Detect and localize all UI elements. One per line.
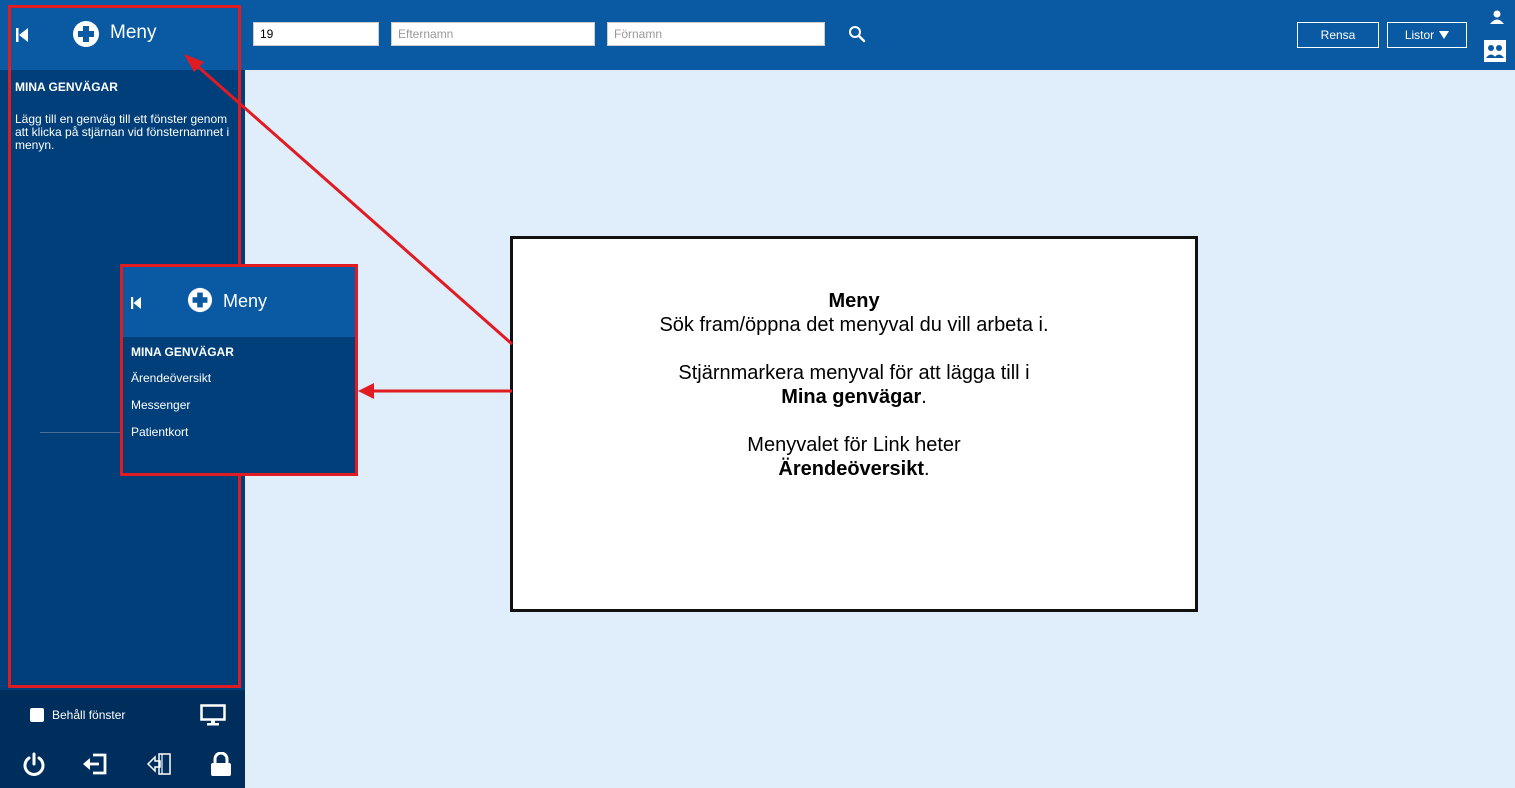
callout-line2-bold-row: Mina genvägar. — [513, 385, 1195, 409]
personal-number-field[interactable] — [253, 22, 379, 46]
plus-circle-icon[interactable] — [72, 20, 100, 48]
callout-line3-end: . — [924, 458, 930, 480]
monitor-icon[interactable] — [200, 704, 226, 726]
switch-user-icon[interactable] — [146, 752, 173, 776]
arrow-head-shortcuts — [358, 383, 374, 399]
callout-line3-bold: Ärendeöversikt — [778, 458, 925, 480]
divider — [40, 432, 124, 433]
callout-line1: Sök fram/öppna det menyval du vill arbet… — [659, 314, 1049, 336]
callout-line3-bold-row: Ärendeöversikt. — [513, 457, 1195, 481]
inset-header: Meny — [123, 267, 355, 337]
lists-button-label: Listor — [1404, 28, 1435, 42]
callout-line2-bold: Mina genvägar — [781, 386, 922, 408]
instruction-callout: Meny Sök fram/öppna det menyval du vill … — [510, 236, 1198, 612]
sidebar-footer: Behåll fönster — [0, 690, 245, 788]
lock-icon[interactable] — [210, 752, 232, 776]
inset-shortcuts-heading: MINA GENVÄGAR — [131, 345, 234, 359]
inset-menu-title: Meny — [223, 291, 268, 311]
shortcut-item-patientkort[interactable]: Patientkort — [131, 425, 188, 439]
callout-line2-end: . — [921, 386, 927, 408]
app-window: Rensa Listor Meny MINA GENVÄGAR Lägg til… — [0, 0, 1515, 788]
keep-window-option[interactable]: Behåll fönster — [30, 708, 125, 722]
menu-zoom-inset: Meny MINA GENVÄGAR Ärendeöversikt Messen… — [120, 264, 358, 476]
keep-window-checkbox[interactable] — [30, 708, 44, 722]
callout-line3: Menyvalet för Link heter — [747, 434, 961, 456]
sidebar-header: Meny — [0, 0, 245, 70]
callout-line2: Stjärnmarkera menyval för att lägga till… — [678, 362, 1030, 384]
plus-circle-icon — [187, 287, 213, 313]
keep-window-label: Behåll fönster — [52, 708, 126, 722]
group-icon[interactable] — [1484, 40, 1506, 62]
logout-icon[interactable] — [83, 752, 109, 776]
shortcuts-heading: MINA GENVÄGAR — [15, 80, 118, 94]
shortcut-item-messenger[interactable]: Messenger — [131, 398, 190, 412]
search-icon[interactable] — [845, 22, 869, 46]
user-icon[interactable] — [1490, 10, 1504, 26]
collapse-icon[interactable] — [16, 28, 28, 42]
lists-button[interactable]: Listor — [1387, 22, 1467, 48]
clear-button[interactable]: Rensa — [1297, 22, 1379, 48]
menu-title[interactable]: Meny — [110, 22, 156, 44]
shortcut-item-arendeoversikt[interactable]: Ärendeöversikt — [131, 371, 211, 385]
clear-button-label: Rensa — [1320, 28, 1356, 42]
collapse-icon — [131, 297, 141, 309]
top-bar: Rensa Listor — [245, 0, 1515, 70]
callout-title: Meny — [828, 290, 880, 312]
power-icon[interactable] — [22, 752, 46, 776]
caret-down-icon — [1439, 31, 1450, 39]
first-name-field[interactable] — [607, 22, 825, 46]
footer-actions — [22, 752, 232, 776]
last-name-field[interactable] — [391, 22, 595, 46]
shortcuts-hint: Lägg till en genväg till ett fönster gen… — [15, 112, 230, 152]
